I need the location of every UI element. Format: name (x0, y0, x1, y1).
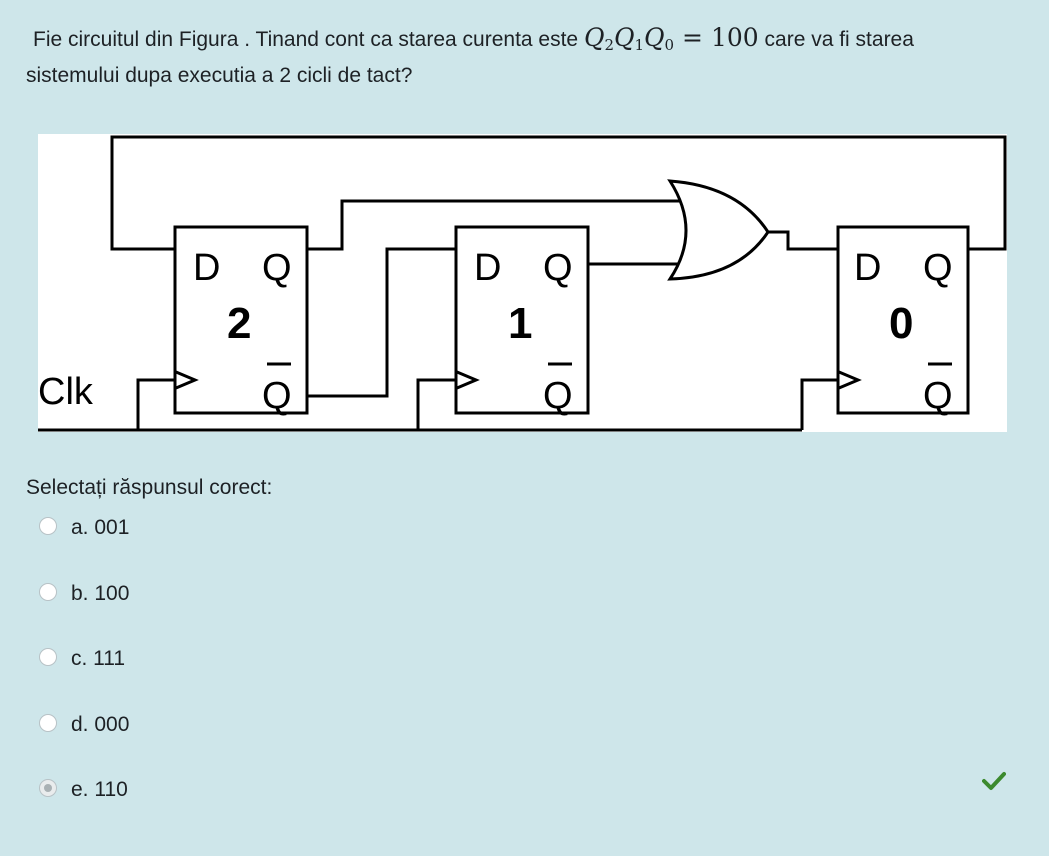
answer-option-c[interactable]: c. 111 (36, 644, 1016, 710)
question-text-after: care va fi starea (764, 28, 914, 51)
answer-label-d[interactable]: d. 000 (71, 710, 129, 740)
ff1-qbar-label: Q (543, 375, 573, 417)
answer-option-a[interactable]: a. 001 (36, 513, 1016, 579)
answer-option-e[interactable]: e. 110 (36, 775, 1016, 841)
answer-label-c[interactable]: c. 111 (71, 644, 125, 674)
answer-option-d[interactable]: d. 000 (36, 710, 1016, 776)
question-text-line2: sistemului dupa executia a 2 cicli de ta… (26, 64, 413, 87)
radio-button-c[interactable] (39, 648, 57, 666)
radio-button-a[interactable] (39, 517, 57, 535)
ff1-number: 1 (508, 299, 532, 348)
ff0-qbar-label: Q (923, 375, 953, 417)
clock-label: Clk (38, 371, 94, 413)
ff2-d-label: D (193, 247, 220, 289)
ff1-q-label: Q (543, 247, 573, 289)
ff2-qbar-label: Q (262, 375, 292, 417)
answer-label-a[interactable]: a. 001 (71, 513, 129, 543)
ff1-d-label: D (474, 247, 501, 289)
answer-list: a. 001 b. 100 c. 111 d. 000 e. 110 (36, 513, 1016, 841)
math-state: Q2Q1Q0 = 100 (583, 23, 759, 54)
answer-option-b[interactable]: b. 100 (36, 579, 1016, 645)
circuit-figure: Clk D Q 2 Q D Q 1 Q D Q 0 Q (38, 134, 1007, 432)
radio-button-d[interactable] (39, 713, 57, 732)
ff0-number: 0 (889, 299, 913, 348)
question-text: Fie circuitul din Figura . Tinand cont c… (26, 20, 1026, 94)
radio-button-e[interactable] (39, 779, 57, 797)
circuit-diagram: Clk D Q 2 Q D Q 1 Q D Q 0 Q (38, 134, 1007, 432)
question-text-before: Fie circuitul din Figura . Tinand cont c… (33, 28, 579, 51)
answer-prompt: Selectați răspunsul corect: (26, 476, 273, 499)
ff0-d-label: D (854, 247, 881, 289)
answer-label-b[interactable]: b. 100 (71, 579, 129, 609)
ff2-q-label: Q (262, 247, 292, 289)
check-icon (982, 771, 1006, 796)
ff0-q-label: Q (923, 247, 953, 289)
answer-label-e[interactable]: e. 110 (71, 775, 128, 805)
radio-button-b[interactable] (39, 582, 57, 601)
ff2-number: 2 (227, 299, 251, 348)
